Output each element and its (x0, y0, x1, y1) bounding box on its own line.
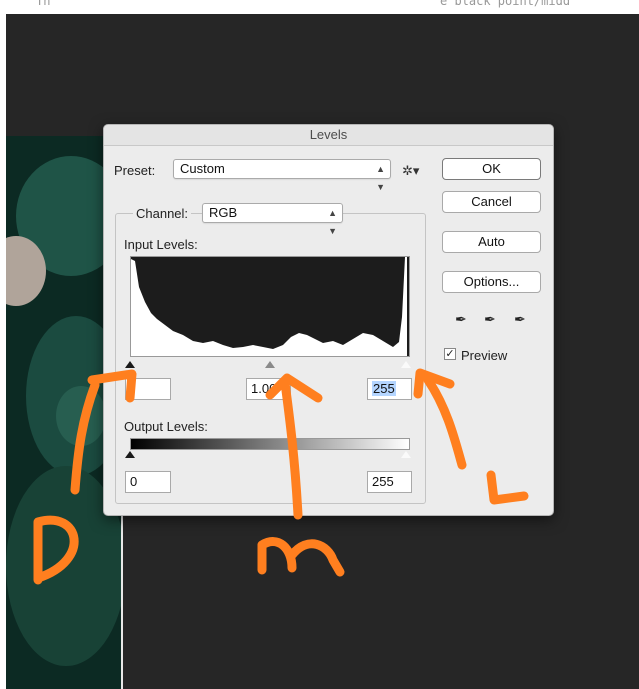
input-levels-label: Input Levels: (124, 237, 198, 252)
preset-select[interactable]: Custom ▲ ▼ (173, 159, 391, 192)
photo-highlight (56, 386, 106, 446)
input-black-field[interactable] (125, 378, 171, 400)
top-text-strip: Th e black point/midd (0, 0, 639, 14)
preset-select-value: Custom (180, 161, 225, 176)
top-strip-left-text: Th (36, 0, 51, 8)
black-eyedropper-icon[interactable]: ✒ (455, 311, 467, 328)
preview-label: Preview (461, 348, 508, 363)
preview-checkbox[interactable]: ✓ (444, 348, 456, 360)
channel-label: Channel: (133, 206, 192, 221)
histogram (130, 256, 410, 357)
levels-dialog: Levels Preset: Custom ▲ ▼ ✲▾ OK Cancel Au… (103, 124, 554, 516)
input-white-field[interactable]: 255 (367, 378, 412, 400)
popup-arrows-icon: ▲ ▼ (328, 208, 337, 236)
output-white-field[interactable]: 255 (367, 471, 412, 493)
white-eyedropper-icon[interactable]: ✒ (514, 311, 526, 328)
top-strip-right-text: e black point/midd (440, 0, 571, 8)
preset-label: Preset: (114, 163, 156, 178)
gear-icon[interactable]: ✲▾ (402, 163, 419, 179)
options-button[interactable]: Options... (442, 271, 541, 293)
cancel-button[interactable]: Cancel (442, 191, 541, 213)
popup-arrows-icon: ▲ ▼ (376, 164, 385, 192)
channel-select-value: RGB (209, 205, 238, 220)
histogram-graph (131, 257, 407, 356)
dialog-title: Levels (104, 125, 553, 146)
auto-button[interactable]: Auto (442, 231, 541, 253)
input-mid-field[interactable]: 1.00 (246, 378, 291, 400)
output-levels-label: Output Levels: (124, 419, 208, 434)
output-black-field[interactable]: 0 (125, 471, 171, 493)
channel-select[interactable]: RGB ▲ ▼ (202, 203, 343, 236)
output-gradient (130, 438, 410, 450)
input-white-value: 255 (372, 381, 396, 396)
ok-button[interactable]: OK (442, 158, 541, 180)
gray-eyedropper-icon[interactable]: ✒ (484, 311, 496, 328)
